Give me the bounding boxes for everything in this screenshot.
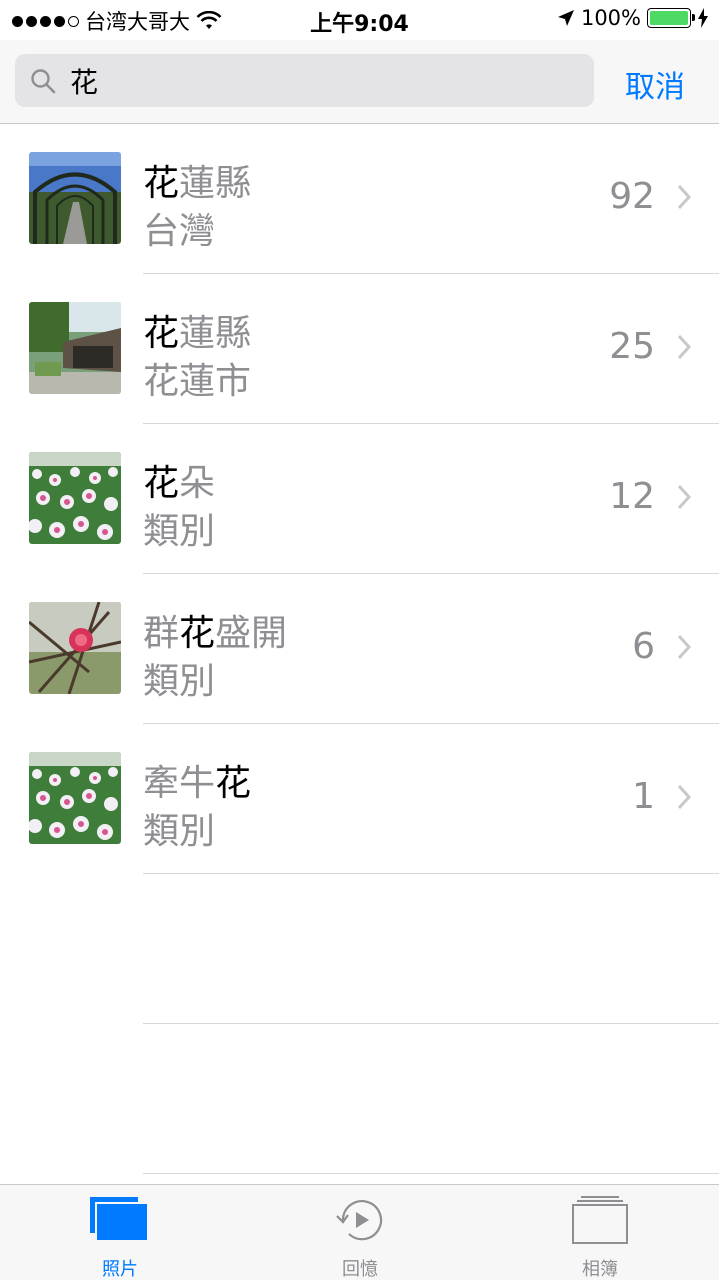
- result-title: 花朵: [143, 463, 216, 504]
- search-bar: 取消: [0, 40, 719, 124]
- result-thumbnail: [29, 152, 121, 244]
- result-row[interactable]: 花蓮縣 台灣 92: [0, 124, 719, 274]
- location-arrow-icon: [557, 10, 574, 26]
- result-title: 花蓮縣: [143, 313, 252, 354]
- memories-icon: [336, 1200, 383, 1241]
- result-count: 1: [632, 776, 655, 817]
- cancel-button[interactable]: 取消: [625, 62, 685, 106]
- charging-bolt-icon: [698, 8, 708, 28]
- result-subtitle: 類別: [143, 661, 216, 702]
- battery-icon: [647, 8, 695, 28]
- result-row[interactable]: 群花盛開 類別 6: [0, 574, 719, 724]
- status-bar: 台湾大哥大 上午9:04 100%: [0, 0, 719, 40]
- status-right: 100%: [557, 6, 709, 30]
- search-input[interactable]: [70, 64, 550, 97]
- empty-row: [0, 874, 719, 1024]
- separator: [143, 1173, 719, 1174]
- battery-percent: 100%: [580, 6, 641, 30]
- chevron-right-icon: [677, 634, 691, 660]
- search-results-list: 花蓮縣 台灣 92 花蓮縣 花蓮市 25 花朵 類別 12 群花盛開 類別 6 …: [0, 124, 719, 1174]
- tab-memories[interactable]: 回憶: [240, 1185, 480, 1280]
- tab-albums[interactable]: 相簿: [480, 1185, 719, 1280]
- chevron-right-icon: [677, 784, 691, 810]
- chevron-right-icon: [677, 334, 691, 360]
- result-row[interactable]: 花朵 類別 12: [0, 424, 719, 574]
- chevron-right-icon: [677, 484, 691, 510]
- tab-label: 相簿: [582, 1259, 618, 1280]
- tab-label: 照片: [102, 1259, 138, 1280]
- result-count: 6: [632, 626, 655, 667]
- result-title: 花蓮縣: [143, 163, 252, 204]
- chevron-right-icon: [677, 184, 691, 210]
- matched-text: 花: [143, 313, 180, 354]
- search-icon: [31, 68, 56, 93]
- result-title: 牽牛花: [143, 763, 252, 804]
- search-field[interactable]: [15, 54, 594, 107]
- matched-text: 花: [179, 613, 216, 654]
- result-subtitle: 類別: [143, 511, 216, 552]
- screen: 台湾大哥大 上午9:04 100% 花 取消 花蓮縣 台灣 92 花蓮縣 花蓮市…: [0, 0, 719, 1280]
- result-thumbnail: [29, 752, 121, 844]
- photos-icon: [90, 1197, 149, 1242]
- result-thumbnail: [29, 452, 121, 544]
- result-count: 25: [609, 326, 655, 367]
- result-title: 群花盛開: [143, 613, 288, 654]
- result-subtitle: 類別: [143, 811, 216, 852]
- result-thumbnail: [29, 602, 121, 694]
- result-row[interactable]: 牽牛花 類別 1: [0, 724, 719, 874]
- matched-text: 花: [143, 463, 180, 504]
- result-count: 12: [609, 476, 655, 517]
- matched-text: 花: [215, 763, 252, 804]
- empty-row: [0, 1024, 719, 1174]
- result-subtitle: 台灣: [143, 211, 216, 252]
- tab-bar: 照片 回憶 相簿: [0, 1184, 719, 1280]
- result-row[interactable]: 花蓮縣 花蓮市 25: [0, 274, 719, 424]
- tab-label: 回憶: [342, 1259, 378, 1280]
- result-thumbnail: [29, 302, 121, 394]
- albums-icon: [572, 1196, 628, 1244]
- result-subtitle: 花蓮市: [143, 361, 252, 402]
- tab-photos[interactable]: 照片: [0, 1185, 240, 1280]
- matched-text: 花: [143, 163, 180, 204]
- result-count: 92: [609, 176, 655, 217]
